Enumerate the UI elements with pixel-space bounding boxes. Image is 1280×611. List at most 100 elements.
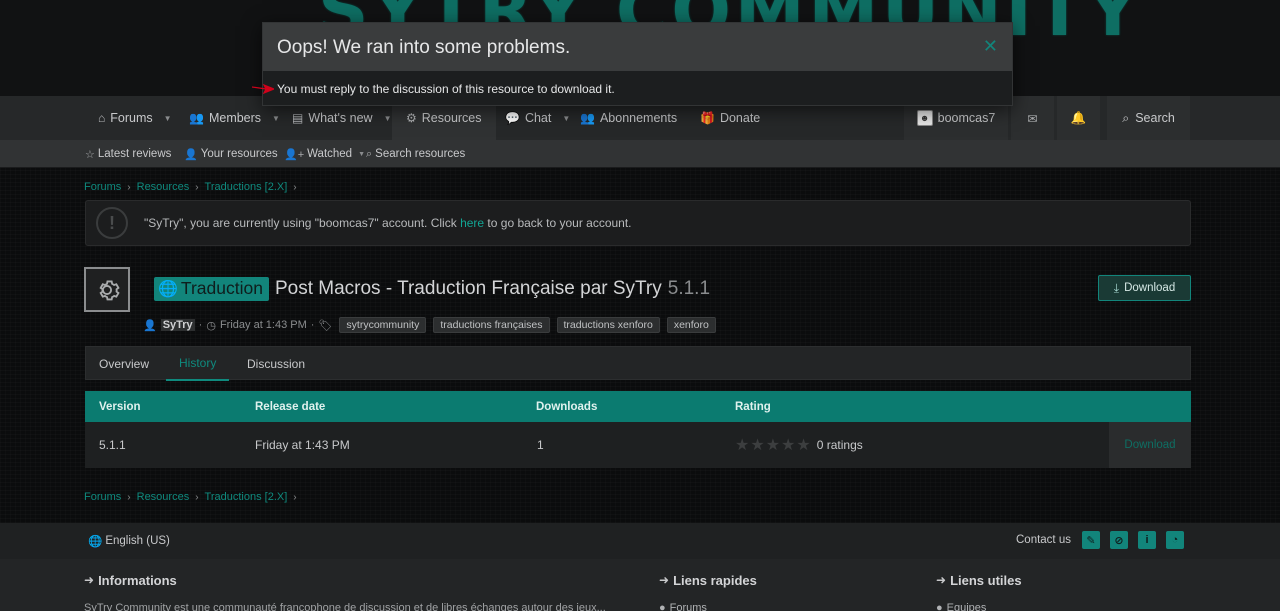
chevron-right-icon: › xyxy=(293,491,297,503)
tab-discussion[interactable]: Discussion xyxy=(247,347,305,381)
error-message: You must reply to the discussion of this… xyxy=(277,82,615,96)
breadcrumb-category[interactable]: Traductions [2.X] xyxy=(205,491,288,503)
ratings-count: 0 ratings xyxy=(816,438,863,452)
chevron-down-icon[interactable]: ▼ xyxy=(272,114,280,123)
ban-icon[interactable]: ⊘ xyxy=(1110,531,1128,549)
breadcrumb-resources[interactable]: Resources xyxy=(137,491,190,503)
error-dialog-header: Oops! We ran into some problems. ✕ xyxy=(263,23,1012,71)
gift-icon: 🎁 xyxy=(700,111,715,125)
users-icon: 👥 xyxy=(189,111,204,125)
subnav-label: Search resources xyxy=(375,148,466,160)
user-icon: 👤 xyxy=(184,148,198,161)
resource-prefix[interactable]: 🌐 Traduction xyxy=(154,277,269,301)
cell-downloads: 1 xyxy=(537,438,544,452)
tag-item[interactable]: traductions françaises xyxy=(433,317,550,333)
nav-label: Forums xyxy=(110,111,153,125)
subnav-label: Watched xyxy=(307,148,353,160)
resource-meta: 👤 SyTry · ◷ Friday at 1:43 PM · 🏷 sytryc… xyxy=(143,316,716,334)
subnav-your-resources[interactable]: 👤 Your resources xyxy=(184,140,278,168)
star-icon: ★ xyxy=(765,437,781,454)
tags-icon: 🏷 xyxy=(318,319,333,332)
tab-overview[interactable]: Overview xyxy=(99,347,149,381)
breadcrumb-forums[interactable]: Forums xyxy=(84,491,121,503)
wrench-icon[interactable]: ✎ xyxy=(1082,531,1100,549)
newspaper-icon: ▤ xyxy=(292,111,304,125)
resource-version: 5.1.1 xyxy=(667,278,711,299)
footer-icons: ✎ ⊘ i ◔ xyxy=(1082,531,1184,549)
subnav-search-resources[interactable]: ⌕ Search resources xyxy=(366,140,465,168)
resource-title-text: Post Macros - Traduction Française par S… xyxy=(274,278,662,299)
footer-description: SyTry Community est une communauté franc… xyxy=(84,602,606,611)
cog-icon: ⚙ xyxy=(406,111,417,125)
notice-link[interactable]: here xyxy=(460,216,484,230)
language-chooser[interactable]: 🌐 English (US) xyxy=(88,534,170,548)
footer-heading-liens-rapides: ➜ Liens rapides xyxy=(659,572,757,588)
envelope-icon: ✉ xyxy=(1027,111,1038,126)
nav-label: Chat xyxy=(524,111,552,125)
chevron-right-icon: › xyxy=(195,181,199,193)
chevron-down-icon[interactable]: ▼ xyxy=(358,151,365,158)
user-plus-icon: 👤+ xyxy=(284,148,305,161)
star-icon: ★ xyxy=(796,437,811,454)
chevron-down-icon[interactable]: ▼ xyxy=(164,114,172,123)
resource-tabs: Overview History Discussion xyxy=(85,346,1191,381)
cog-icon xyxy=(99,280,120,300)
error-dialog: Oops! We ran into some problems. ✕ You m… xyxy=(262,22,1013,106)
chevron-right-icon: › xyxy=(293,181,297,193)
subnav-watched[interactable]: 👤+ Watched ▼ xyxy=(284,140,365,168)
alerts-button[interactable]: 🔔 xyxy=(1057,96,1100,140)
nav-label: Members xyxy=(208,111,262,125)
chevron-right-icon: › xyxy=(195,491,199,503)
info-icon[interactable]: i xyxy=(1138,531,1156,549)
chevron-down-icon[interactable]: ▼ xyxy=(562,114,570,123)
exclamation-circle-icon: ! xyxy=(96,207,128,239)
footer-link-forums[interactable]: ● Forums xyxy=(659,602,707,611)
breadcrumb-forums[interactable]: Forums xyxy=(84,181,121,193)
nav-label: Donate xyxy=(719,111,761,125)
sub-navbar: ☆ Latest reviews 👤 Your resources 👤+ Wat… xyxy=(0,140,1280,168)
resource-date[interactable]: Friday at 1:43 PM xyxy=(220,319,307,331)
breadcrumb-resources[interactable]: Resources xyxy=(137,181,190,193)
avatar: ☻ xyxy=(916,110,933,126)
bell-icon: 🔔 xyxy=(1070,110,1087,125)
star-icon: ★ xyxy=(750,437,765,454)
nav-item-forums[interactable]: ⌂ Forums ▼ xyxy=(98,96,172,140)
footer-link-equipes[interactable]: ● Equipes xyxy=(936,602,986,611)
resource-icon xyxy=(84,267,130,312)
search-icon: ⌕ xyxy=(1122,110,1130,125)
subnav-label: Latest reviews xyxy=(97,148,172,160)
globe-icon: 🌐 xyxy=(158,280,178,298)
row-download-button[interactable]: Download xyxy=(1109,422,1191,468)
author-link[interactable]: SyTry xyxy=(160,319,195,331)
tag-item[interactable]: traductions xenforo xyxy=(556,317,660,333)
rss-icon[interactable]: ◔ xyxy=(1166,531,1184,549)
nav-label: Abonnements xyxy=(599,111,678,125)
breadcrumb-bottom: Forums › Resources › Traductions [2.X] › xyxy=(84,490,297,504)
cell-version: 5.1.1 xyxy=(99,438,126,452)
clock-icon: ◷ xyxy=(206,319,216,332)
breadcrumb-category[interactable]: Traductions [2.X] xyxy=(205,181,288,193)
tab-history[interactable]: History xyxy=(166,347,230,381)
error-title: Oops! We ran into some problems. xyxy=(277,37,571,58)
chevron-right-icon: › xyxy=(127,181,131,193)
col-version: Version xyxy=(99,400,141,413)
close-icon[interactable]: ✕ xyxy=(983,36,998,57)
subnav-latest-reviews[interactable]: ☆ Latest reviews xyxy=(85,140,171,168)
inbox-button[interactable]: ✉ xyxy=(1011,96,1054,140)
tag-item[interactable]: xenforo xyxy=(666,317,716,333)
col-rating: Rating xyxy=(735,400,771,413)
chat-icon: 💬 xyxy=(505,111,520,125)
globe-icon: 🌐 xyxy=(88,536,103,548)
download-button[interactable]: ⤓ Download xyxy=(1098,275,1191,301)
contact-link[interactable]: Contact us xyxy=(1016,534,1071,548)
chevron-down-icon[interactable]: ▼ xyxy=(384,114,392,123)
arrow-right-icon: ➜ xyxy=(84,573,95,587)
circle-icon: ● xyxy=(659,602,666,611)
nav-label: What's new xyxy=(308,111,373,125)
breadcrumb: Forums › Resources › Traductions [2.X] › xyxy=(84,180,297,194)
account-notice: ! "SyTry", you are currently using "boom… xyxy=(85,200,1191,246)
arrow-right-icon: ➜ xyxy=(936,573,947,587)
search-button[interactable]: ⌕ Search xyxy=(1107,96,1190,140)
tag-item[interactable]: sytrycommunity xyxy=(339,317,427,333)
user-icon: 👤 xyxy=(143,319,157,332)
